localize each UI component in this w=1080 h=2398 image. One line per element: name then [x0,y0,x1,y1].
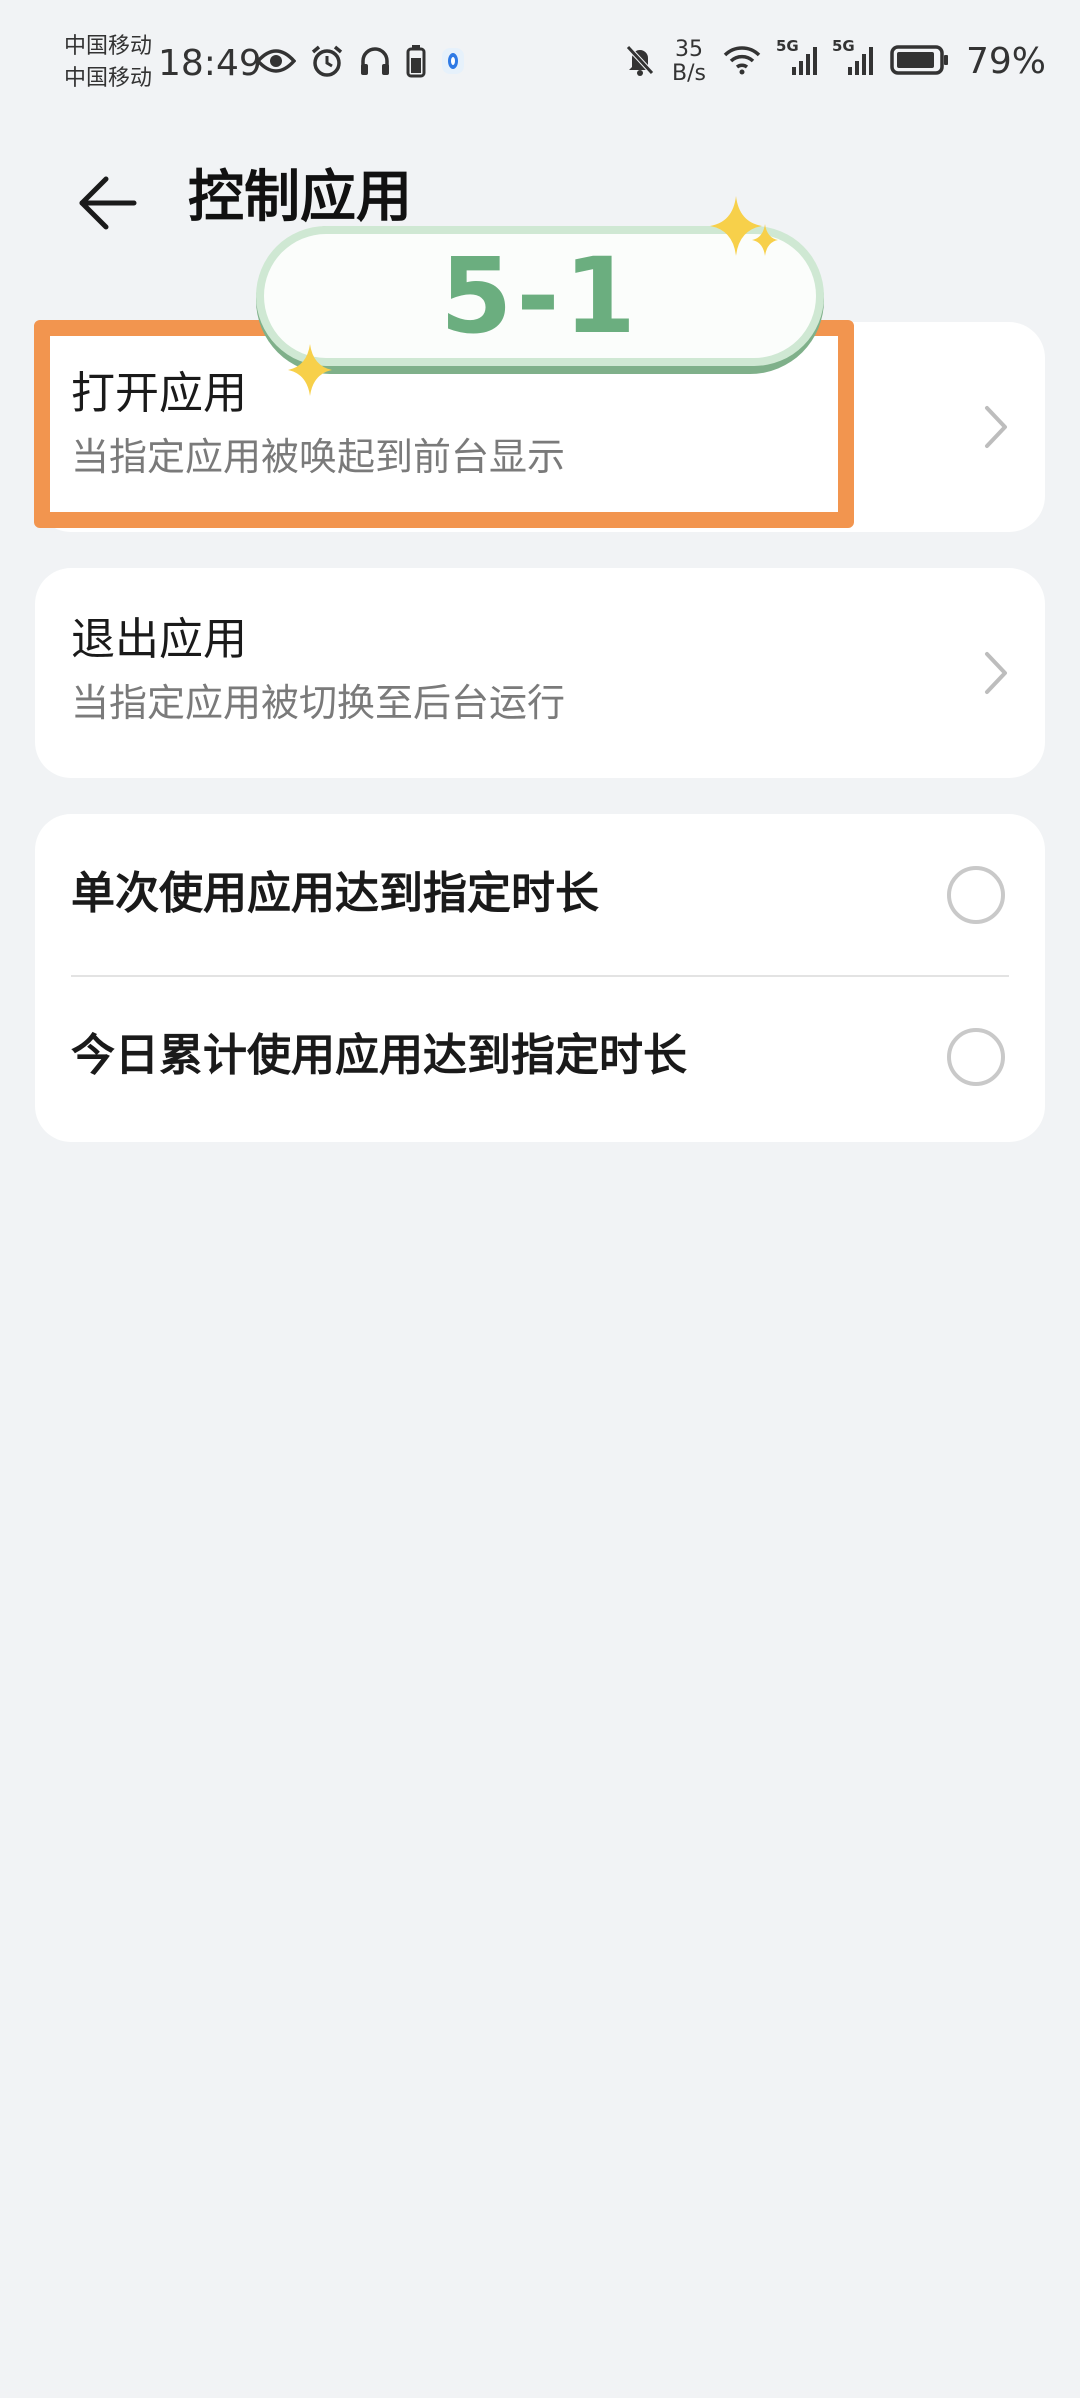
usage-options-card: 单次使用应用达到指定时长 今日累计使用应用达到指定时长 [35,814,1045,1142]
radio-button[interactable] [947,866,1005,924]
option-row-single-session[interactable]: 单次使用应用达到指定时长 [35,814,1045,974]
arrow-left-icon [79,176,137,230]
carrier-2: 中国移动 [64,66,153,91]
wifi-icon [722,44,762,80]
back-button[interactable] [62,158,152,248]
battery-icon [890,44,950,80]
eye-icon [255,47,297,79]
option-row-daily-total[interactable]: 今日累计使用应用达到指定时长 [35,976,1045,1136]
sparkle-icon [752,224,778,256]
signal-icon-1: 5G [776,37,818,81]
chevron-right-icon [985,406,1007,448]
battery-small-icon [406,44,426,82]
chevron-right-icon [985,652,1007,694]
net-speed-unit: B/s [672,61,706,86]
carrier-1: 中国移动 [64,34,153,59]
headphones-icon [358,44,392,82]
status-icons-left [255,44,466,82]
status-time: 18:49 [158,43,262,84]
status-icons-right: 35 B/s 5G 5G 79% [624,37,1046,86]
mute-bell-icon [624,43,656,81]
exit-app-card: 退出应用 当指定应用被切换至后台运行 [35,568,1045,778]
signal-2-label: 5G [831,37,855,55]
app-notification-icon [440,46,466,80]
net-speed: 35 B/s [672,38,706,86]
signal-icon-2: 5G [832,37,874,81]
radio-button[interactable] [947,1028,1005,1086]
exit-app-title: 退出应用 [71,614,247,665]
signal-1-label: 5G [775,37,799,55]
exit-app-subtitle: 当指定应用被切换至后台运行 [71,681,566,725]
carrier-labels: 中国移动 中国移动 [64,32,152,94]
step-label: 5-1 [440,235,640,357]
exit-app-row[interactable]: 退出应用 当指定应用被切换至后台运行 [35,568,1045,778]
option-label: 今日累计使用应用达到指定时长 [71,1030,687,1081]
alarm-icon [310,44,344,82]
status-bar: 中国移动 中国移动 18:49 35 B/s 5G 5G 79% [0,0,1080,120]
option-label: 单次使用应用达到指定时长 [71,868,599,919]
battery-percent: 79% [965,41,1046,82]
net-speed-value: 35 [675,37,703,62]
sparkle-icon [288,344,332,396]
